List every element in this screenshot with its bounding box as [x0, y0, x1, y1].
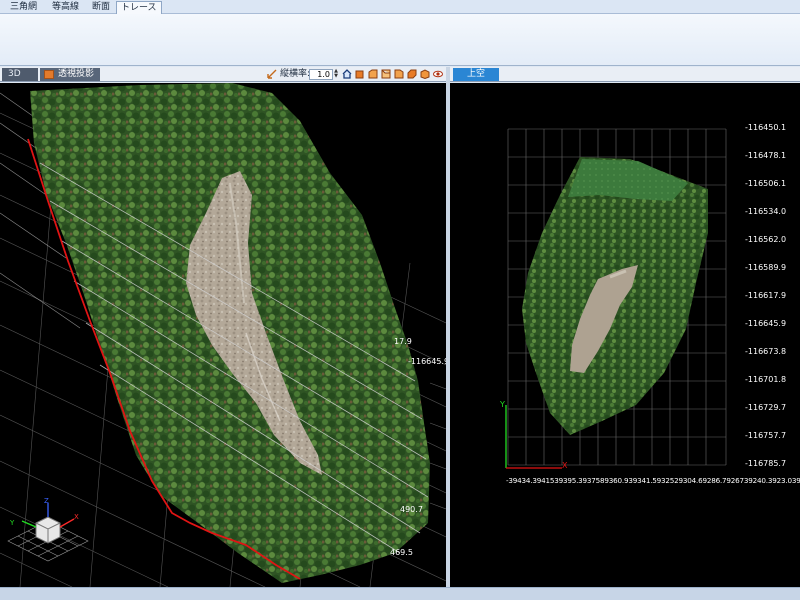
tab-cross-section[interactable]: 断面	[88, 1, 114, 14]
ribbon-body	[0, 14, 800, 66]
cube-top-icon[interactable]	[407, 69, 417, 79]
cube-left-icon[interactable]	[368, 69, 378, 79]
status-bar	[0, 587, 800, 600]
coord-label-b: -116645.9	[408, 357, 446, 366]
y-tick-1: -116478.1	[745, 151, 787, 160]
svg-text:Z: Z	[44, 497, 49, 505]
y-tick-8: -116673.8	[745, 347, 787, 356]
y-tick-7: -116645.9	[745, 319, 787, 328]
viewport-top[interactable]: Y X -116450.1 -116478.1 -116506.1 -11653…	[450, 83, 800, 587]
y-tick-4: -116562.0	[745, 235, 787, 244]
tab-top-view[interactable]: 上空	[453, 68, 499, 81]
cube-icon	[44, 70, 54, 79]
cube-right-icon[interactable]	[394, 69, 404, 79]
y-tick-10: -116729.7	[745, 403, 787, 412]
y-tick-9: -116701.8	[745, 375, 787, 384]
left-pane-header: 3D 透視投影 縦横率: 1.0 ▲ ▼	[0, 67, 446, 82]
point-cloud-3d: Z X Y	[0, 83, 446, 587]
tab-contour[interactable]: 等高線	[48, 1, 83, 14]
tab-perspective[interactable]: 透視投影	[40, 68, 100, 81]
vertical-scale-label: 縦横率:	[280, 69, 311, 79]
tab-3d[interactable]: 3D	[2, 68, 38, 81]
cube-iso-icon[interactable]	[420, 69, 430, 79]
viewport-3d[interactable]: Z X Y 17.9 -116645.9 490.7 469.5	[0, 83, 446, 587]
ribbon-tab-bar: 三角網 等高線 断面 トレース	[0, 0, 800, 15]
right-pane-header: 上空	[450, 67, 800, 82]
y-tick-0: -116450.1	[745, 123, 787, 132]
tab-triangulation[interactable]: 三角網	[6, 1, 41, 14]
eye-icon[interactable]	[433, 69, 443, 79]
y-tick-12: -116785.7	[745, 459, 787, 468]
elevation-label-d: 469.5	[390, 548, 413, 557]
axis-gizmo: Z X Y	[7, 497, 89, 562]
y-tick-6: -116617.9	[745, 291, 787, 300]
vertical-scale-input[interactable]: 1.0	[309, 69, 333, 80]
elevation-label-c: 490.7	[400, 505, 423, 514]
vertical-scale-stepper[interactable]: ▲ ▼	[333, 69, 339, 80]
x-axis-label: X	[562, 461, 568, 470]
x-tick-labels: -39434.3941539395.3937589360.939341.5932…	[506, 476, 800, 485]
cube-front-icon[interactable]	[355, 69, 365, 79]
svg-text:X: X	[74, 513, 79, 521]
svg-text:Y: Y	[9, 519, 15, 527]
y-tick-2: -116506.1	[745, 179, 787, 188]
y-tick-3: -116534.0	[745, 207, 787, 216]
cube-back-icon[interactable]	[381, 69, 391, 79]
home-icon[interactable]	[342, 69, 352, 79]
y-axis-label: Y	[500, 400, 505, 409]
app-window: 三角網 等高線 断面 トレース 3D 透視投影 縦横率: 1.0 ▲ ▼ 上空 …	[0, 0, 800, 600]
depth-label-a: 17.9	[394, 337, 412, 346]
scale-icon	[267, 69, 277, 79]
tab-perspective-label: 透視投影	[58, 69, 95, 79]
y-tick-11: -116757.7	[745, 431, 787, 440]
tab-trace[interactable]: トレース	[116, 1, 162, 15]
y-tick-5: -116589.9	[745, 263, 787, 272]
